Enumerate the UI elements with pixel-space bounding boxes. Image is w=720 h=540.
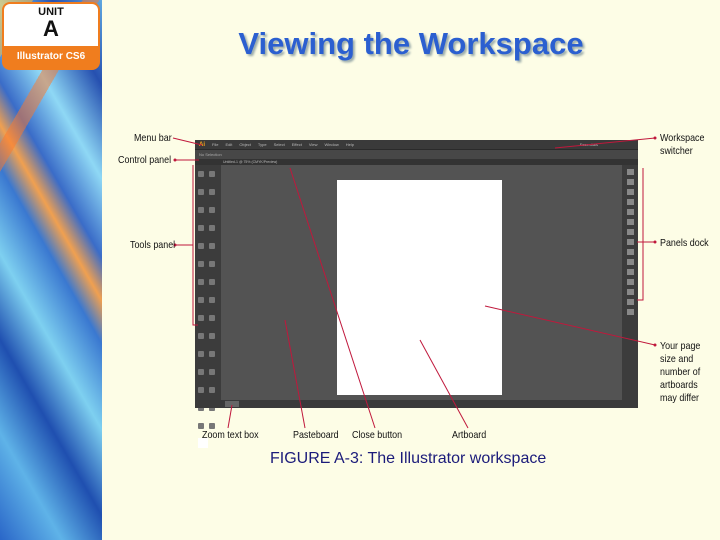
callout-pasteboard: Pasteboard [293,429,339,441]
menu-effect[interactable]: Effect [292,142,302,147]
unit-badge: UNIT A Illustrator CS6 [2,2,100,70]
callout-tools-panel: Tools panel [130,239,176,251]
control-panel: No Selection [195,149,638,159]
tools-panel [195,165,221,448]
menu-type[interactable]: Type [258,142,267,147]
menu-file[interactable]: File [212,142,218,147]
workspace-switcher[interactable]: Essentials [580,142,598,147]
decorative-painting-strip [0,0,102,540]
callout-control-panel: Control panel [118,154,172,166]
menu-window[interactable]: Window [324,142,338,147]
illustrator-screenshot: Ai File Edit Object Type Select Effect V… [195,140,638,448]
callout-panels-dock: Panels dock [660,237,709,249]
product-label: Illustrator CS6 [16,51,86,62]
unit-letter: A [43,16,59,41]
callout-menu-bar: Menu bar [134,132,172,144]
menu-edit[interactable]: Edit [225,142,232,147]
menu-bar: Ai File Edit Object Type Select Effect V… [195,140,638,149]
callout-page-size-note: Your page size and number of artboards m… [660,340,701,404]
figure-caption: FIGURE A-3: The Illustrator workspace [270,450,547,467]
callout-workspace-switcher: Workspace switcher [660,132,705,157]
app-logo: Ai [199,141,205,148]
document-tab-label: Untitled-1 @ 75% (CMYK/Preview) [223,160,278,164]
slide-title: Viewing the Workspace [238,26,584,61]
callout-zoom-text-box: Zoom text box [202,429,259,441]
menu-select[interactable]: Select [274,142,285,147]
menu-object[interactable]: Object [239,142,251,147]
menu-view[interactable]: View [309,142,318,147]
selection-status: No Selection [199,152,222,157]
menu-help[interactable]: Help [346,142,354,147]
zoom-text-box[interactable] [225,401,239,407]
panels-dock [622,165,638,400]
document-tab[interactable]: Untitled-1 @ 75% (CMYK/Preview) [195,159,638,165]
status-bar [195,400,638,408]
artboard[interactable] [337,180,502,395]
callout-artboard: Artboard [452,429,487,441]
callout-close-button: Close button [352,429,403,441]
